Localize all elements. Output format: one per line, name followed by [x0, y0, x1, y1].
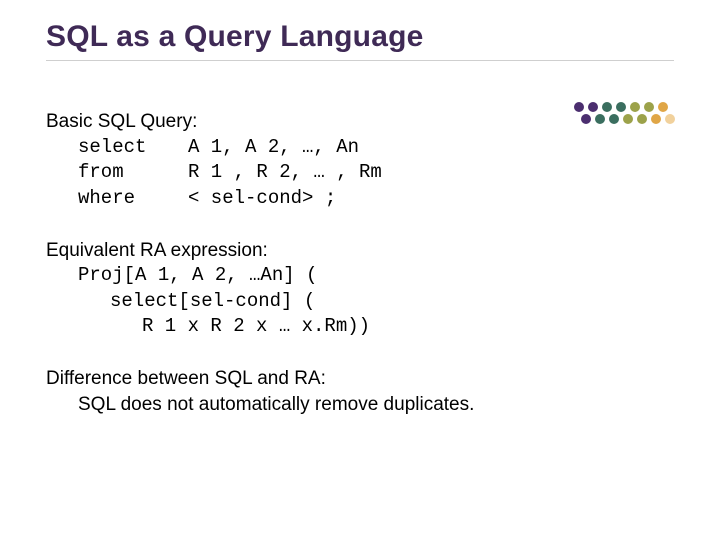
sql-where-kw: where — [78, 186, 188, 212]
diff-lead: Difference between SQL and RA: — [46, 366, 674, 392]
dot-icon — [581, 114, 591, 124]
sql-from-kw: from — [78, 160, 188, 186]
dot-icon — [651, 114, 661, 124]
dot-icon — [595, 114, 605, 124]
sql-from-line: fromR 1 , R 2, … , Rm — [46, 160, 674, 186]
dot-icon — [609, 114, 619, 124]
sql-where-args: < sel-cond> ; — [188, 187, 336, 209]
sql-select-args: A 1, A 2, …, An — [188, 136, 359, 158]
sql-select-line: selectA 1, A 2, …, An — [46, 135, 674, 161]
ra-line3: R 1 x R 2 x … x.Rm)) — [46, 314, 674, 340]
sql-from-args: R 1 , R 2, … , Rm — [188, 161, 382, 183]
section-diff: Difference between SQL and RA: SQL does … — [46, 366, 674, 417]
ra-line2: select[sel-cond] ( — [46, 289, 674, 315]
dot-icon — [665, 114, 675, 124]
dot-icon — [574, 102, 584, 112]
slide-body: Basic SQL Query: selectA 1, A 2, …, An f… — [46, 109, 674, 417]
dot-icon — [658, 102, 668, 112]
diff-line1: SQL does not automatically remove duplic… — [46, 392, 674, 418]
dot-icon — [644, 102, 654, 112]
dot-icon — [623, 114, 633, 124]
dot-icon — [616, 102, 626, 112]
ra-line1: Proj[A 1, A 2, …An] ( — [46, 263, 674, 289]
dot-icon — [637, 114, 647, 124]
dot-icon — [630, 102, 640, 112]
title-underline — [46, 60, 674, 61]
page-title: SQL as a Query Language — [46, 20, 674, 54]
ra-lead: Equivalent RA expression: — [46, 238, 674, 264]
section-ra: Equivalent RA expression: Proj[A 1, A 2,… — [46, 238, 674, 341]
sql-select-kw: select — [78, 135, 188, 161]
dot-icon — [588, 102, 598, 112]
dot-icon — [602, 102, 612, 112]
decorative-dots — [568, 98, 678, 138]
sql-where-line: where< sel-cond> ; — [46, 186, 674, 212]
